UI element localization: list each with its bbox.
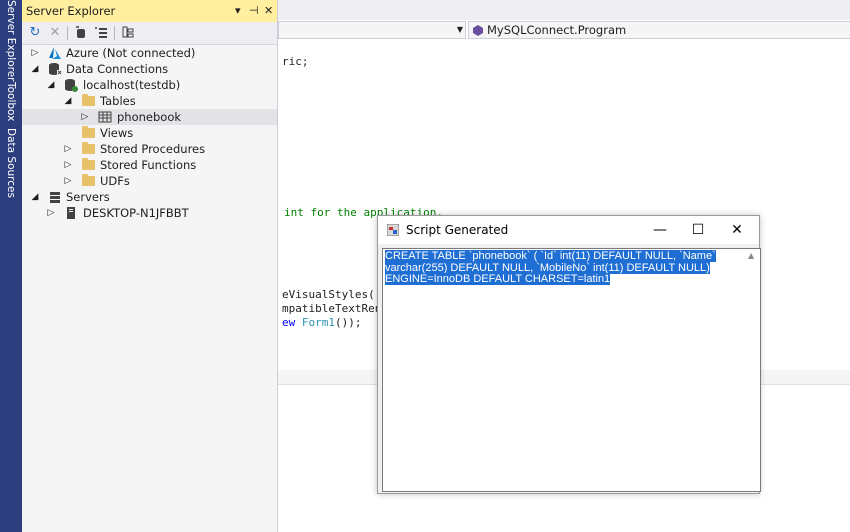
tree-item-label: UDFs	[100, 174, 130, 188]
connect-to-database-icon[interactable]	[72, 24, 90, 42]
code-line: eVisualStyles()	[282, 288, 382, 301]
tree-item-label: phonebook	[117, 110, 182, 124]
tree-item-data-connections[interactable]: ◢ Data Connections	[22, 61, 277, 77]
tree-item-stored-functions[interactable]: ▷ Stored Functions	[22, 157, 277, 173]
toolbar-separator	[114, 26, 115, 40]
server-explorer-panel: Server Explorer ▾ ⊣ ✕ ↻ ✕ ▷ Azure (Not c…	[22, 0, 278, 532]
server-explorer-titlebar: Server Explorer ▾ ⊣ ✕	[22, 0, 277, 22]
expand-arrow-icon[interactable]: ▷	[46, 205, 56, 221]
folder-icon	[82, 94, 95, 106]
method-icon	[472, 24, 484, 39]
folder-icon	[82, 142, 95, 154]
code-line: mpatibleTextRen	[282, 302, 382, 315]
tab-server-explorer[interactable]: Server Explorer	[0, 0, 22, 82]
collapse-arrow-icon[interactable]: ◢	[63, 93, 73, 109]
expand-arrow-icon[interactable]: ▷	[63, 173, 73, 189]
code-type: Form1	[301, 316, 335, 329]
dialog-titlebar: Script Generated — ☐ ✕	[378, 216, 759, 244]
code-line: ew Form1());	[282, 315, 362, 330]
code-line: ric;	[282, 55, 309, 68]
tree-item-udfs[interactable]: ▷ UDFs	[22, 173, 277, 189]
azure-icon	[48, 46, 62, 60]
tool-window-strip: Server Explorer Toolbox Data Sources	[0, 0, 22, 532]
folder-icon	[82, 174, 95, 186]
tree-item-label: Tables	[100, 94, 136, 108]
member-navigation-value: MySQLConnect.Program	[487, 23, 627, 37]
database-connection-icon	[64, 78, 78, 92]
scroll-up-arrow-icon[interactable]: ▲	[748, 251, 754, 260]
code-keyword: ew	[282, 316, 302, 329]
expand-arrow-icon[interactable]: ▷	[63, 157, 73, 173]
tree-item-label: Azure (Not connected)	[66, 46, 196, 60]
servers-icon	[48, 190, 62, 204]
type-navigation-dropdown[interactable]: ▼	[278, 21, 466, 39]
form-icon	[386, 223, 400, 237]
maximize-button[interactable]: ☐	[679, 216, 717, 244]
tree-item-stored-procedures[interactable]: ▷ Stored Procedures	[22, 141, 277, 157]
stop-icon[interactable]: ✕	[46, 24, 64, 42]
close-button[interactable]: ✕	[718, 216, 756, 244]
vertical-scrollbar[interactable]: ▲	[746, 249, 760, 491]
script-text[interactable]: CREATE TABLE `phonebook` ( `Id` int(11) …	[385, 250, 737, 286]
tree-item-label: DESKTOP-N1JFBBT	[83, 206, 189, 220]
expand-arrow-icon[interactable]: ▷	[80, 109, 90, 125]
refresh-icon[interactable]: ↻	[26, 24, 44, 42]
toolbar-separator	[67, 26, 68, 40]
server-explorer-title: Server Explorer	[26, 4, 116, 18]
tree-item-label: Servers	[66, 190, 110, 204]
tree-item-desktop[interactable]: ▷ DESKTOP-N1JFBBT	[22, 205, 277, 221]
expand-arrow-icon[interactable]: ▷	[30, 45, 40, 61]
folder-icon	[82, 126, 95, 138]
script-generated-dialog: Script Generated — ☐ ✕ CREATE TABLE `pho…	[377, 215, 761, 494]
tree-item-label: Stored Procedures	[100, 142, 206, 156]
document-tab-bar	[278, 0, 850, 20]
sharepoint-connection-icon[interactable]	[119, 24, 137, 42]
tree-item-azure[interactable]: ▷ Azure (Not connected)	[22, 45, 277, 61]
script-textbox[interactable]: CREATE TABLE `phonebook` ( `Id` int(11) …	[382, 248, 761, 492]
collapse-arrow-icon[interactable]: ◢	[30, 189, 40, 205]
server-explorer-toolbar: ↻ ✕	[22, 22, 277, 45]
close-icon[interactable]: ✕	[264, 0, 273, 22]
minimize-button[interactable]: —	[641, 216, 679, 244]
member-navigation-dropdown[interactable]: MySQLConnect.Program	[468, 21, 850, 39]
chevron-down-icon[interactable]: ▾	[235, 0, 241, 22]
code-text: ());	[335, 316, 362, 329]
tree-item-servers[interactable]: ◢ Servers	[22, 189, 277, 205]
tree-item-phonebook[interactable]: ▷ phonebook	[22, 109, 277, 125]
tree-item-label: Stored Functions	[100, 158, 197, 172]
collapse-arrow-icon[interactable]: ◢	[30, 61, 40, 77]
dialog-title: Script Generated	[406, 223, 509, 237]
connect-to-server-icon[interactable]	[92, 24, 110, 42]
tree-item-label: Views	[100, 126, 134, 140]
expand-arrow-icon[interactable]: ▷	[63, 141, 73, 157]
pin-icon[interactable]: ⊣	[249, 0, 259, 22]
tree-item-views[interactable]: Views	[22, 125, 277, 141]
table-icon	[98, 110, 112, 124]
tab-toolbox[interactable]: Toolbox	[0, 82, 22, 126]
tree-item-localhost-testdb[interactable]: ◢ localhost(testdb)	[22, 77, 277, 93]
tab-data-sources[interactable]: Data Sources	[0, 128, 22, 198]
collapse-arrow-icon[interactable]: ◢	[46, 77, 56, 93]
folder-icon	[82, 158, 95, 170]
selected-script-text: CREATE TABLE `phonebook` ( `Id` int(11) …	[385, 250, 716, 286]
computer-icon	[64, 206, 78, 220]
data-connections-icon	[48, 62, 62, 76]
tree-item-label: localhost(testdb)	[83, 78, 181, 92]
tree-item-label: Data Connections	[66, 62, 169, 76]
chevron-down-icon[interactable]: ▼	[457, 22, 463, 38]
tree-item-tables[interactable]: ◢ Tables	[22, 93, 277, 109]
